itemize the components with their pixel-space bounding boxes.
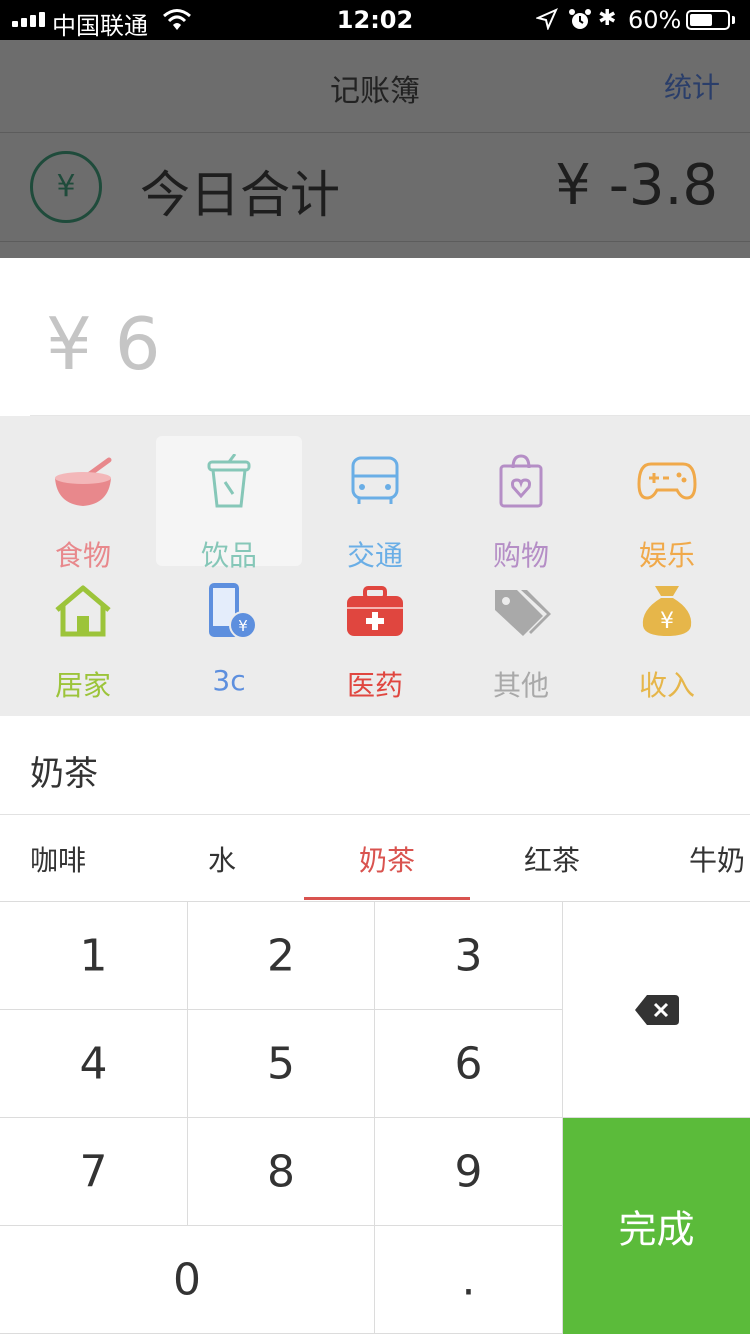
key-6[interactable]: 6 [375,1010,563,1118]
stats-button[interactable]: 统计 [664,66,720,106]
svg-text:¥: ¥ [238,617,248,635]
today-summary: ¥ 今日合计 ¥ -3.8 [0,133,750,242]
key-5[interactable]: 5 [188,1010,375,1118]
status-bar: 中国联通 12:02 ✱ 60% [0,0,750,40]
category-label: 收入 [638,669,695,702]
location-arrow-icon [536,8,558,30]
number-keypad: 1 2 3 4 5 6 7 8 9 0 . 完成 [0,902,750,1334]
active-suggestion-indicator [304,897,470,900]
battery-percentage: 60% [628,6,682,34]
key-0[interactable]: 0 [0,1226,375,1334]
cup-icon [207,454,251,508]
suggestion-item[interactable]: 红茶 [524,839,580,879]
key-8[interactable]: 8 [188,1118,375,1226]
key-2[interactable]: 2 [188,902,375,1010]
backspace-icon [634,994,679,1025]
key-4[interactable]: 4 [0,1010,188,1118]
suggestion-bar: 咖啡 水 奶茶 红茶 牛奶 [0,815,750,902]
suggestion-item-active[interactable]: 奶茶 [359,839,415,879]
page-title: 记账簿 [330,74,420,109]
phone-icon: ¥ [209,583,257,639]
category-label: 医药 [346,669,403,702]
suggestion-item[interactable]: 牛奶 [689,839,745,879]
category-grid: 食物 饮品 交通 购物 娱乐 居家 ¥ 3c 医药 其他 ¥ 收入 [0,416,750,716]
yen-circle-icon: ¥ [30,151,102,223]
category-label: 其他 [492,669,549,702]
shopping-bag-icon [499,454,543,508]
suggestion-item[interactable]: 水 [208,839,236,879]
category-label: 居家 [54,669,111,702]
key-3[interactable]: 3 [375,902,563,1010]
tag-icon [495,590,551,636]
today-total-label: 今日合计 [140,166,340,224]
money-bag-icon: ¥ [642,586,692,636]
category-entertainment[interactable]: 娱乐 [594,436,740,572]
battery-cap [732,16,735,24]
category-other[interactable]: 其他 [448,566,594,702]
house-icon [55,585,111,637]
category-home[interactable]: 居家 [10,566,156,702]
category-shopping[interactable]: 购物 [448,436,594,572]
key-7[interactable]: 7 [0,1118,188,1226]
backspace-button[interactable] [563,902,750,1118]
key-9[interactable]: 9 [375,1118,563,1226]
key-1[interactable]: 1 [0,902,188,1010]
category-transport[interactable]: 交通 [302,436,448,572]
category-food[interactable]: 食物 [10,436,156,572]
suggestion-item[interactable]: 咖啡 [30,839,86,879]
alarm-clock-icon [569,9,591,29]
note-input[interactable]: 奶茶 [0,716,750,815]
nav-bar: 记账簿 统计 [0,40,750,133]
key-decimal[interactable]: . [375,1226,563,1334]
category-label: 3c [212,664,246,697]
amount-value: ¥ 6 [46,302,161,386]
bowl-icon [55,457,112,506]
medical-kit-icon [347,586,403,636]
svg-text:¥: ¥ [660,609,674,634]
category-medical[interactable]: 医药 [302,566,448,702]
battery-icon [686,10,730,30]
amount-display[interactable]: ¥ 6 [0,258,750,416]
gamepad-icon [637,462,697,500]
category-income[interactable]: ¥ 收入 [594,566,740,702]
category-drinks[interactable]: 饮品 [156,436,302,572]
bus-icon [351,456,399,504]
note-text: 奶茶 [30,754,98,794]
bluetooth-icon: ✱ [598,6,617,31]
dim-overlay [0,242,750,258]
category-3c[interactable]: ¥ 3c [156,566,302,697]
today-total-amount: ¥ -3.8 [555,153,718,218]
done-button[interactable]: 完成 [563,1118,750,1334]
